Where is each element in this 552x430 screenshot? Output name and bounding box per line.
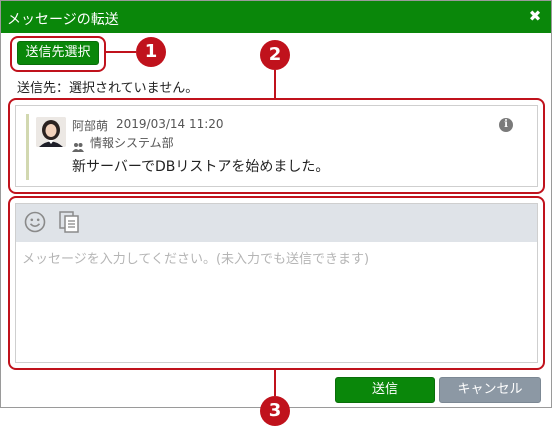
recipient-status: 送信先：選択されていません。 — [17, 81, 199, 96]
dialog-title: メッセージの転送 — [7, 12, 119, 28]
dialog-titlebar: メッセージの転送 ✖ — [1, 1, 551, 33]
close-icon[interactable]: ✖ — [527, 8, 543, 24]
callout-marker-2: 2 — [260, 40, 290, 70]
callout-box-1 — [10, 36, 106, 72]
callout-marker-1: 1 — [136, 37, 166, 67]
cancel-button[interactable]: キャンセル — [439, 377, 541, 403]
send-button[interactable]: 送信 — [335, 377, 435, 403]
callout-marker-3: 3 — [260, 396, 290, 426]
callout-connector-3 — [274, 368, 276, 396]
callout-box-3 — [8, 196, 545, 370]
callout-connector-2 — [274, 70, 276, 98]
callout-connector-1 — [104, 51, 136, 53]
callout-box-2 — [8, 98, 545, 194]
